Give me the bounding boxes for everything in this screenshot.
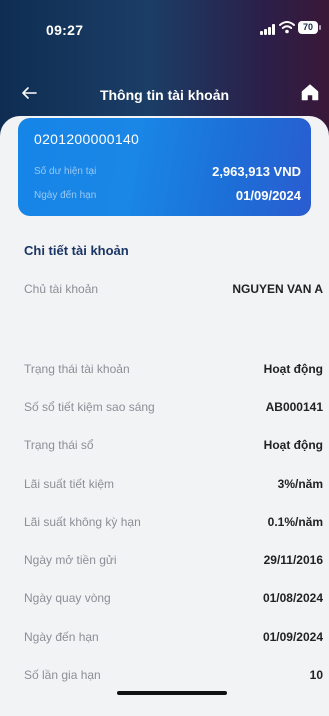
status-bar: 09:27 70 [0, 0, 329, 60]
detail-value: 0.1%/năm [267, 515, 323, 529]
due-date-label: Ngày đến hạn [34, 190, 97, 201]
battery-indicator: 70 [298, 21, 321, 34]
detail-label: Lãi suất tiết kiệm [24, 477, 115, 491]
detail-value: 3%/năm [277, 477, 323, 491]
detail-row-rollover-date: Ngày quay vòng 01/08/2024 [24, 591, 323, 611]
section-heading: Chi tiết tài khoản [24, 243, 129, 258]
account-details: Chi tiết tài khoản Chủ tài khoản NGUYEN … [10, 228, 329, 708]
detail-label: Ngày đến hạn [24, 630, 99, 644]
status-time: 09:27 [46, 22, 84, 38]
detail-value: Hoạt động [263, 438, 323, 452]
home-indicator [117, 691, 227, 695]
detail-row-owner: Chủ tài khoản NGUYEN VAN A [24, 282, 323, 302]
detail-value: AB000141 [265, 400, 323, 414]
detail-row-savings-rate: Lãi suất tiết kiệm 3%/năm [24, 477, 323, 497]
detail-label: Trạng thái sổ [24, 438, 94, 452]
detail-label: Trạng thái tài khoản [24, 362, 130, 376]
detail-value: Hoạt động [263, 362, 323, 376]
detail-row-book-status: Trạng thái sổ Hoạt động [24, 438, 323, 458]
detail-label: Số sổ tiết kiệm sao sáng [24, 400, 155, 414]
page-title: Thông tin tài khoản [99, 87, 230, 103]
detail-label: Chủ tài khoản [24, 282, 99, 296]
detail-row-renewal-count: Số lần gia hạn 10 [24, 668, 323, 688]
top-navigation: Thông tin tài khoản [0, 78, 329, 112]
detail-label: Ngày quay vòng [24, 591, 111, 605]
wifi-icon [279, 21, 295, 34]
signal-icon [260, 24, 276, 35]
detail-label: Lãi suất không kỳ hạn [24, 515, 141, 529]
detail-row-account-status: Trạng thái tài khoản Hoạt động [24, 362, 323, 382]
due-date-value: 01/09/2024 [235, 188, 301, 203]
detail-row-due-date: Ngày đến hạn 01/09/2024 [24, 630, 323, 650]
balance-label: Số dư hiện tại [34, 166, 97, 177]
detail-row-savings-book-number: Số sổ tiết kiệm sao sáng AB000141 [24, 400, 323, 420]
detail-value: NGUYEN VAN A [232, 282, 323, 296]
detail-value: 01/08/2024 [262, 591, 323, 605]
balance-value: 2,963,913 VND [212, 164, 301, 179]
detail-value: 01/09/2024 [262, 630, 323, 644]
detail-value: 10 [309, 668, 323, 682]
home-icon[interactable] [301, 83, 319, 101]
detail-row-demand-rate: Lãi suất không kỳ hạn 0.1%/năm [24, 515, 323, 535]
detail-value: 29/11/2016 [263, 553, 323, 567]
account-number: 0201200000140 [34, 131, 140, 147]
detail-label: Số lần gia hạn [24, 668, 101, 682]
detail-row-open-date: Ngày mở tiền gửi 29/11/2016 [24, 553, 323, 573]
account-card: 0201200000140 Số dư hiện tại 2,963,913 V… [18, 118, 311, 216]
detail-label: Ngày mở tiền gửi [24, 553, 117, 567]
